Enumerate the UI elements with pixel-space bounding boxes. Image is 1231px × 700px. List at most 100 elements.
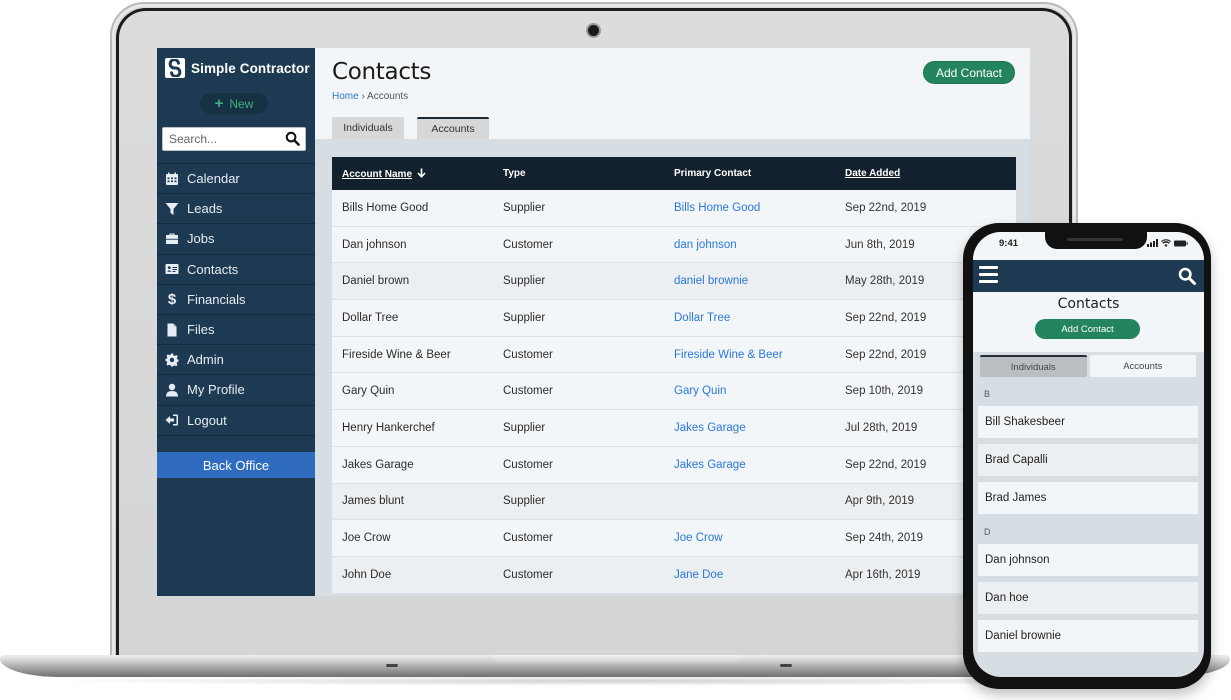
cell-type: Customer <box>503 458 553 471</box>
cell-primary-contact-link[interactable]: dan johnson <box>674 239 845 251</box>
sidebar-item-financials[interactable]: $ Financials <box>157 283 315 314</box>
briefcase-icon <box>157 232 187 246</box>
column-header-label: Account Name <box>342 168 413 180</box>
table-row[interactable]: Dollar Tree Supplier Dollar Tree Sep 22nd, … <box>332 300 1016 337</box>
table-row[interactable]: Gary Quin Customer Gary Quin Sep 10th, 2019 <box>332 373 1016 411</box>
cell-date-added: Sep 22nd, 2019 <box>845 201 927 214</box>
column-header-primary-contact: Primary Contact <box>674 168 752 179</box>
sidebar-item-leads[interactable]: Leads <box>157 193 315 223</box>
column-header-label: Date Added <box>845 168 901 179</box>
cell-primary-contact-link[interactable]: Joe Crow <box>674 532 845 544</box>
mobile-add-contact-button[interactable]: Add Contact <box>1035 319 1140 339</box>
cell-type: Customer <box>503 532 553 545</box>
cell-type: Supplier <box>503 421 546 434</box>
table-row[interactable]: Joe Crow Customer Joe Crow Sep 24th, 2019 <box>332 520 1016 557</box>
sidebar-item-label: Calendar <box>187 171 240 187</box>
laptop-opening-notch <box>492 655 742 663</box>
table-row[interactable]: Henry Hankerchef Supplier Jakes Garage Jul … <box>332 410 1016 447</box>
search-input[interactable] <box>163 128 281 150</box>
cell-primary-contact-link[interactable]: Jakes Garage <box>674 422 845 434</box>
cell-primary-contact-link[interactable]: Jane Doe <box>674 569 845 581</box>
brand[interactable]: Simple Contractor <box>165 58 310 78</box>
main-content: Contacts Home › Accounts Add Contact Ind… <box>315 48 1030 596</box>
sidebar-item-label: Files <box>187 322 215 338</box>
laptop-foot <box>780 664 792 667</box>
calendar-icon <box>157 172 187 186</box>
cell-type: Supplier <box>503 311 546 324</box>
list-item[interactable]: Brad Capalli <box>978 444 1198 476</box>
mobile-contact-tabs: Individuals Accounts <box>980 355 1196 377</box>
column-header-type: Type <box>503 168 526 179</box>
tab-individuals[interactable]: Individuals <box>332 117 404 139</box>
cell-primary-contact-link[interactable]: daniel brownie <box>674 275 845 287</box>
phone-notch <box>1045 232 1147 249</box>
new-button[interactable]: + New <box>200 93 268 114</box>
status-time: 9:41 <box>999 238 1019 249</box>
table-row[interactable]: Dan johnson Customer dan johnson Jun 8th, 2… <box>332 226 1016 264</box>
sidebar-nav: Calendar Leads Jobs Contacts $ Financial… <box>157 163 315 450</box>
search-icon[interactable] <box>285 131 300 146</box>
hamburger-icon[interactable] <box>979 266 998 285</box>
cell-type: Supplier <box>503 495 546 508</box>
page-title: Contacts <box>332 59 432 85</box>
mobile-app-screen: 9:41 Contacts Add Contact Individuals Ac… <box>973 232 1204 677</box>
table-row[interactable]: John Doe Customer Jane Doe Apr 16th, 2019 <box>332 556 1016 594</box>
table-row[interactable]: Jakes Garage Customer Jakes Garage Sep 22nd… <box>332 446 1016 484</box>
cell-primary-contact-link[interactable]: Jakes Garage <box>674 459 845 471</box>
sidebar-item-label: Contacts <box>187 261 239 277</box>
cell-primary-contact-link[interactable]: Fireside Wine & Beer <box>674 349 845 361</box>
sidebar-item-calendar[interactable]: Calendar <box>157 163 315 193</box>
cell-type: Supplier <box>503 275 546 288</box>
contact-tabs: Individuals Accounts <box>332 117 489 139</box>
cell-account-name: Dollar Tree <box>342 311 399 324</box>
add-contact-button[interactable]: Add Contact <box>923 61 1015 84</box>
cell-type: Supplier <box>503 201 546 214</box>
table-row[interactable]: Bills Home Good Supplier Bills Home Good Se… <box>332 190 1016 227</box>
brand-name: Simple Contractor <box>191 60 310 76</box>
mobile-contact-list: B Bill Shakesbeer Brad Capalli Brad James D D… <box>973 382 1204 658</box>
tab-accounts[interactable]: Accounts <box>417 117 489 139</box>
sidebar-item-logout[interactable]: Logout <box>157 404 315 435</box>
cell-account-name: Henry Hankerchef <box>342 421 435 434</box>
list-item[interactable]: Brad James <box>978 482 1198 514</box>
mobile-tab-individuals[interactable]: Individuals <box>980 355 1087 377</box>
list-item[interactable]: Bill Shakesbeer <box>978 406 1198 438</box>
sidebar-item-admin[interactable]: Admin <box>157 344 315 374</box>
breadcrumb-home-link[interactable]: Home <box>332 91 359 102</box>
cell-primary-contact-link[interactable]: Gary Quin <box>674 385 845 397</box>
table-row[interactable]: James blunt Supplier Apr 9th, 2019 <box>332 483 1016 521</box>
sidebar-item-contacts[interactable]: Contacts <box>157 253 315 284</box>
brand-logo-icon <box>165 58 185 78</box>
camera-icon <box>588 25 599 36</box>
dollar-icon: $ <box>167 290 177 308</box>
search-box <box>162 127 306 151</box>
back-office-button[interactable]: Back Office <box>157 452 315 478</box>
sidebar: Simple Contractor + New Calendar Leads <box>157 48 315 596</box>
list-item[interactable]: Dan johnson <box>978 544 1198 576</box>
cell-primary-contact-link[interactable]: Bills Home Good <box>674 202 845 214</box>
list-item[interactable]: Daniel brownie <box>978 620 1198 652</box>
table-row[interactable]: Daniel brown Supplier daniel brownie May 28… <box>332 263 1016 301</box>
arrow-down-icon <box>417 168 426 178</box>
column-header-date-added[interactable]: Date Added <box>845 168 1016 179</box>
sidebar-item-jobs[interactable]: Jobs <box>157 223 315 253</box>
mobile-tab-accounts[interactable]: Accounts <box>1089 355 1196 377</box>
logout-icon <box>157 413 187 427</box>
list-item[interactable]: Dan hoe <box>978 582 1198 614</box>
new-button-label: New <box>229 96 254 111</box>
sidebar-item-files[interactable]: Files <box>157 313 315 344</box>
cell-primary-contact-link[interactable]: Dollar Tree <box>674 312 845 324</box>
user-icon <box>157 383 187 397</box>
search-icon[interactable] <box>1178 267 1196 285</box>
sidebar-item-label: Jobs <box>187 231 215 247</box>
wifi-icon <box>1161 239 1171 247</box>
cell-type: Customer <box>503 385 553 398</box>
cell-account-name: Gary Quin <box>342 385 395 398</box>
plus-icon: + <box>214 95 224 112</box>
table-row[interactable]: Fireside Wine & Beer Customer Fireside Win… <box>332 336 1016 374</box>
mobile-page-title: Contacts <box>1057 296 1120 312</box>
sidebar-item-label: Logout <box>187 412 227 428</box>
column-header-account-name[interactable]: Account Name <box>332 168 503 180</box>
cell-account-name: Dan johnson <box>342 238 407 251</box>
sidebar-item-my-profile[interactable]: My Profile <box>157 374 315 404</box>
